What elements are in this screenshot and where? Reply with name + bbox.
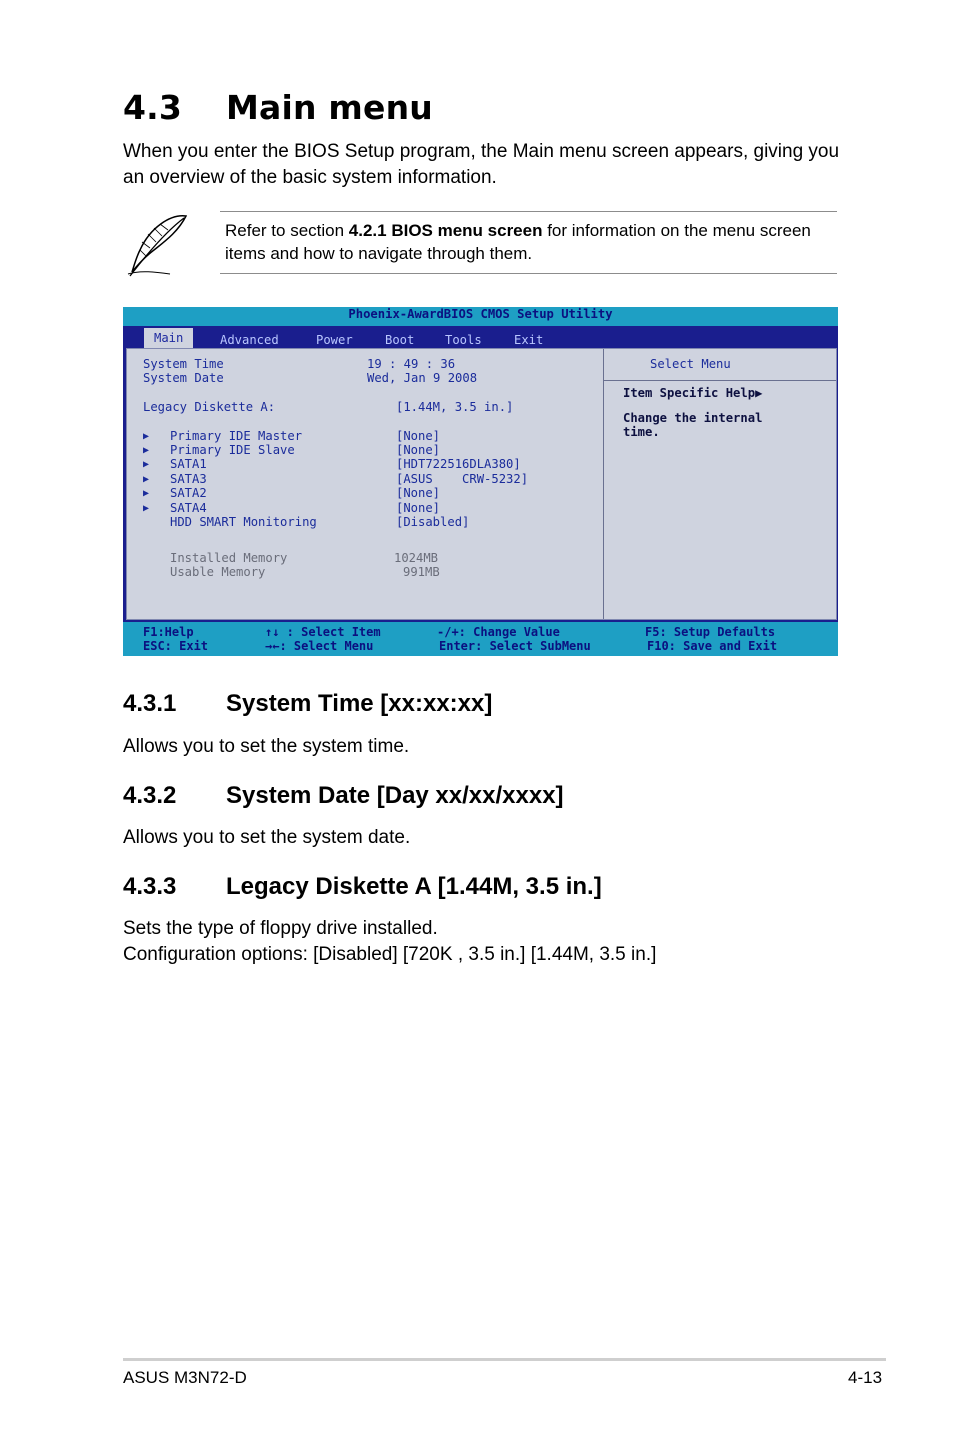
item-specific-help-label: Item Specific Help — [623, 386, 756, 400]
key-f1-help: F1:Help — [143, 625, 194, 639]
subsection-heading: 4.3.3 Legacy Diskette A [1.44M, 3.5 in.] — [123, 873, 602, 901]
help-line-1: Change the internal — [623, 411, 763, 425]
help-divider — [604, 380, 836, 381]
note-bold-ref: 4.2.1 BIOS menu screen — [348, 221, 543, 240]
system-time-value[interactable]: 19 : 49 : 36 — [367, 357, 455, 372]
help-line-2: time. — [623, 425, 660, 439]
primary-ide-master-value[interactable]: [None] — [396, 429, 440, 444]
primary-ide-master-label[interactable]: Primary IDE Master — [170, 429, 302, 444]
subsection-title: Legacy Diskette A [1.44M, 3.5 in.] — [226, 873, 602, 900]
system-date-value[interactable]: Wed, Jan 9 2008 — [367, 371, 477, 386]
submenu-arrow-icon: ▶ — [143, 431, 150, 442]
subsection-heading: 4.3.2 System Date [Day xx/xx/xxxx] — [123, 782, 564, 810]
key-select-menu: →←: Select Menu — [265, 639, 374, 653]
hdd-smart-value[interactable]: [Disabled] — [396, 515, 469, 530]
footer-page-number: 4-13 — [848, 1368, 883, 1387]
tab-boot[interactable]: Boot — [385, 330, 414, 350]
subsection-heading: 4.3.1 System Time [xx:xx:xx] — [123, 690, 492, 718]
subsection-title: System Time [xx:xx:xx] — [226, 690, 493, 717]
subsection-text: Allows you to set the system date. — [123, 827, 411, 848]
key-save-exit: F10: Save and Exit — [647, 639, 778, 653]
key-esc-exit: ESC: Exit — [143, 639, 209, 653]
section-number: 4.3 — [123, 88, 183, 127]
installed-memory-value: 1024MB — [394, 551, 439, 565]
feather-quill-icon — [120, 210, 190, 280]
subsection-number: 4.3.2 — [123, 782, 177, 809]
bios-tab-bar: Main Advanced Power Boot Tools Exit — [123, 326, 838, 350]
page-title: 4.3 Main menu — [123, 88, 433, 127]
hdd-smart-label[interactable]: HDD SMART Monitoring — [170, 515, 317, 530]
sata4-value[interactable]: [None] — [396, 501, 440, 516]
submenu-arrow-icon: ▶ — [143, 503, 150, 514]
subsection-title: System Date [Day xx/xx/xxxx] — [226, 782, 564, 809]
subsection-text-options: Configuration options: [Disabled] [720K … — [123, 944, 657, 965]
submenu-arrow-icon: ▶ — [143, 474, 150, 485]
bios-screen: Phoenix-AwardBIOS CMOS Setup Utility Mai… — [123, 307, 838, 656]
sata3-label[interactable]: SATA3 — [170, 472, 207, 487]
usable-memory-label: Usable Memory — [170, 565, 266, 579]
footer-rule — [123, 1358, 886, 1361]
subsection-text: Allows you to set the system time. — [123, 736, 410, 757]
chevron-right-icon: ▶ — [755, 386, 763, 400]
tab-exit[interactable]: Exit — [514, 330, 543, 350]
key-setup-defaults: F5: Setup Defaults — [645, 625, 776, 639]
subsection-text: Sets the type of floppy drive installed. — [123, 918, 438, 939]
sata2-label[interactable]: SATA2 — [170, 486, 207, 501]
primary-ide-slave-label[interactable]: Primary IDE Slave — [170, 443, 295, 458]
tab-main[interactable]: Main — [144, 328, 194, 348]
system-date-label[interactable]: System Date — [143, 371, 224, 386]
intro-paragraph: When you enter the BIOS Setup program, t… — [123, 141, 840, 188]
installed-memory-label: Installed Memory — [170, 551, 288, 565]
key-select-item: ↑↓ : Select Item — [265, 625, 381, 639]
tab-power[interactable]: Power — [316, 330, 353, 350]
submenu-arrow-icon: ▶ — [143, 488, 150, 499]
primary-ide-slave-value[interactable]: [None] — [396, 443, 440, 458]
sata1-value[interactable]: [HDT722516DLA380] — [396, 457, 521, 472]
help-header: Select Menu — [650, 357, 731, 371]
key-select-submenu: Enter: Select SubMenu — [439, 639, 591, 653]
subsection-number: 4.3.3 — [123, 873, 177, 900]
footer-product: ASUS M3N72-D — [123, 1368, 247, 1387]
legacy-diskette-value[interactable]: [1.44M, 3.5 in.] — [396, 400, 513, 415]
key-change-value: -/+: Change Value — [437, 625, 560, 639]
sata3-value[interactable]: [ASUS CRW-5232] — [396, 472, 528, 487]
note-text: Refer to section 4.2.1 BIOS menu screen … — [225, 219, 830, 265]
tab-tools[interactable]: Tools — [445, 330, 482, 350]
item-specific-help: Item Specific Help▶ — [623, 386, 762, 401]
note-prefix: Refer to section — [225, 221, 349, 240]
system-time-label[interactable]: System Time — [143, 357, 224, 372]
usable-memory-value: 991MB — [403, 565, 440, 579]
submenu-arrow-icon: ▶ — [143, 459, 150, 470]
sata1-label[interactable]: SATA1 — [170, 457, 207, 472]
submenu-arrow-icon: ▶ — [143, 445, 150, 456]
note-bottom-rule — [220, 273, 837, 274]
section-title: Main menu — [226, 88, 433, 127]
bios-title: Phoenix-AwardBIOS CMOS Setup Utility — [123, 307, 838, 326]
legacy-diskette-label[interactable]: Legacy Diskette A: — [143, 400, 275, 415]
sata4-label[interactable]: SATA4 — [170, 501, 207, 516]
bios-main-panel: System Time 19 : 49 : 36 System Date Wed… — [126, 348, 837, 620]
sata2-value[interactable]: [None] — [396, 486, 440, 501]
tab-advanced[interactable]: Advanced — [220, 330, 279, 350]
note-top-rule — [220, 211, 837, 212]
bios-key-legend: F1:Help ESC: Exit ↑↓ : Select Item →←: S… — [123, 622, 838, 656]
subsection-number: 4.3.1 — [123, 690, 177, 717]
panel-divider — [603, 349, 604, 619]
